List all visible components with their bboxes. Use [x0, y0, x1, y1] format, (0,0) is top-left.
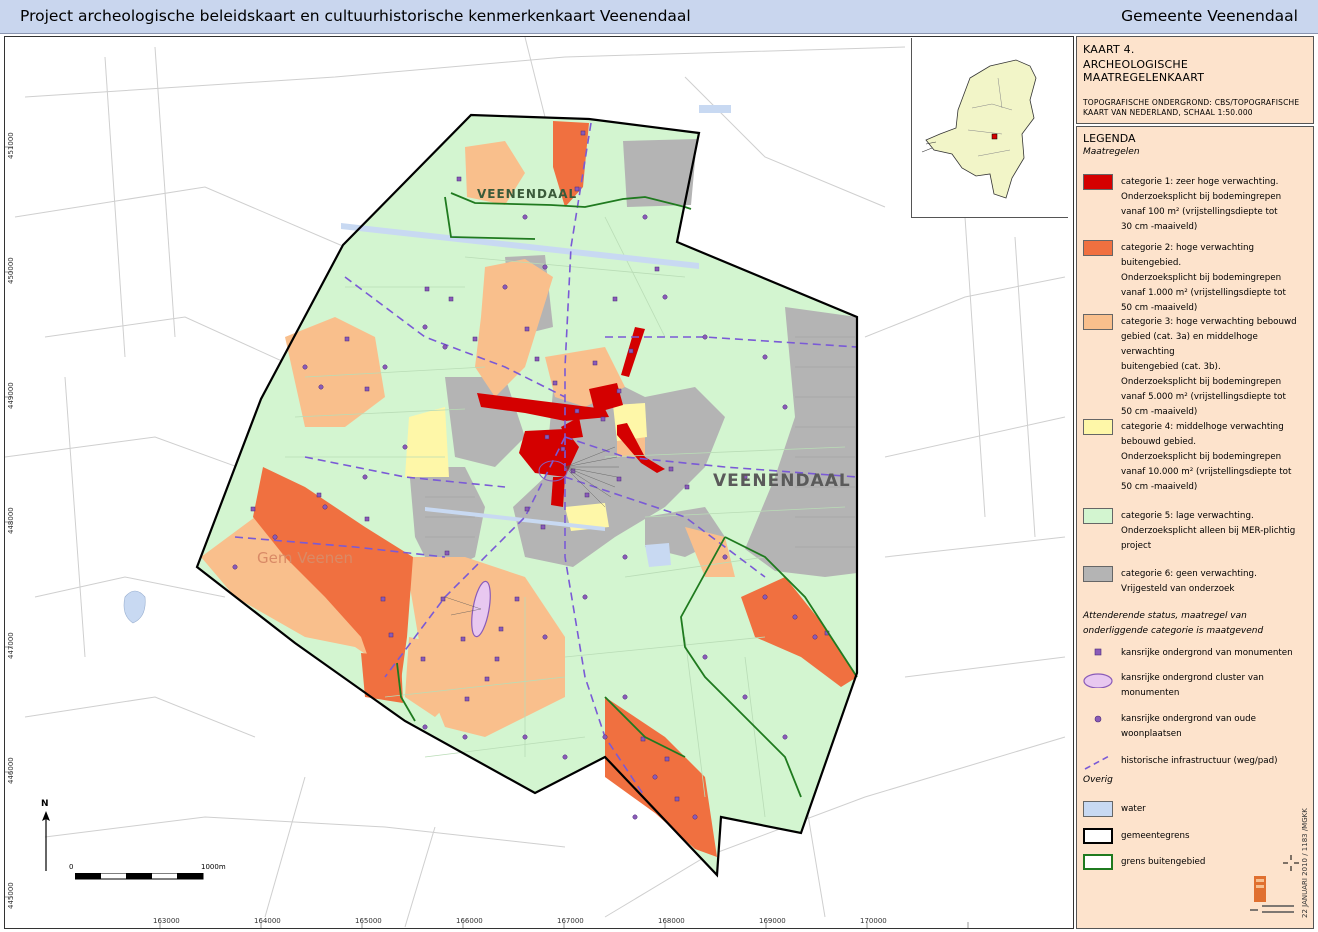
- swatch-cat2: [1083, 240, 1113, 256]
- water-canal-north: [699, 105, 731, 113]
- vestigia-logo-icon: [1250, 876, 1294, 913]
- y-tick-label: 448000: [7, 507, 15, 534]
- legend-text: historische infrastructuur (weg/pad): [1121, 756, 1278, 766]
- legend-text: categorie 3: hoge verwachting bebouwd ge…: [1121, 317, 1297, 417]
- y-tick-label: 451000: [7, 132, 15, 159]
- map-date-reference: 22 JANUARI 2010 / 1183 /MGKK: [1301, 808, 1309, 918]
- swatch-municipal-border: [1083, 828, 1113, 844]
- y-tick-label: 450000: [7, 257, 15, 284]
- x-tick-label: 170000: [860, 917, 887, 925]
- organisation-name: Gemeente Veenendaal: [1121, 7, 1298, 25]
- y-tick-label: 445000: [7, 882, 15, 909]
- x-tick-label: 169000: [759, 917, 786, 925]
- vestigia-logo: [1248, 876, 1296, 916]
- swatch-cat5: [1083, 508, 1113, 524]
- y-tick-label: 449000: [7, 382, 15, 409]
- monument-square-icon: [1094, 648, 1102, 656]
- water-pond-west: [123, 590, 146, 624]
- legend-title: LEGENDA: [1083, 132, 1136, 145]
- x-tick-label: 164000: [254, 917, 281, 925]
- legend-other-heading: Overig: [1083, 775, 1113, 785]
- swatch-cat3: [1083, 314, 1113, 330]
- swatch-cat1: [1083, 174, 1113, 190]
- legend-text: categorie 2: hoge verwachting buitengebi…: [1121, 243, 1286, 313]
- x-tick-label: 163000: [153, 917, 180, 925]
- legend-text: gemeentegrens: [1121, 831, 1190, 841]
- legend-text: kansrijke ondergrond van oude woonplaats…: [1121, 714, 1256, 739]
- place-label-north: VEENENDAAL: [477, 187, 578, 201]
- scale-end-label: 1000m: [201, 863, 226, 871]
- legend-text: kansrijke ondergrond van monumenten: [1121, 648, 1293, 658]
- source-line-2: KAART VAN NEDERLAND, SCHAAL 1:50.000: [1083, 108, 1253, 117]
- legend-text: water: [1121, 804, 1146, 814]
- x-tick-label: 166000: [456, 917, 483, 925]
- y-tick-label: 446000: [7, 757, 15, 784]
- swatch-outer-border: [1083, 854, 1113, 870]
- legend: LEGENDA Maatregelen categorie 1: zeer ho…: [1076, 126, 1314, 929]
- swatch-water: [1083, 801, 1113, 817]
- map-title-box: KAART 4. ARCHEOLOGISCHE MAATREGELENKAART…: [1076, 36, 1314, 124]
- legend-text: kansrijke ondergrond cluster van monumen…: [1121, 673, 1264, 698]
- legend-subtitle: Maatregelen: [1083, 147, 1140, 157]
- x-tick-label: 165000: [355, 917, 382, 925]
- page-title: Project archeologische beleidskaart en c…: [20, 7, 691, 25]
- scale-bar-graphic: [75, 873, 204, 880]
- swatch-cat4: [1083, 419, 1113, 435]
- legend-text: categorie 4: middelhoge verwachting bebo…: [1121, 422, 1292, 492]
- scale-start-label: 0: [69, 863, 74, 871]
- x-tick-label: 167000: [557, 917, 584, 925]
- y-tick-label: 447000: [7, 632, 15, 659]
- place-label-main: VEENENDAAL: [713, 471, 851, 491]
- inset-map: [911, 38, 1068, 218]
- dashed-line-icon: [1084, 754, 1112, 770]
- map-number: KAART 4.: [1083, 43, 1135, 56]
- crosshair-icon: [1283, 855, 1299, 871]
- netherlands-outline-icon: [921, 59, 1037, 199]
- legend-text: categorie 1: zeer hoge verwachting. Onde…: [1121, 177, 1282, 232]
- map-frame[interactable]: 163000 164000 165000 166000 167000 16800…: [4, 36, 1074, 929]
- x-tick-label: 168000: [658, 917, 685, 925]
- legend-text: categorie 6: geen verwachting. Vrijgeste…: [1121, 569, 1257, 594]
- swatch-cat6: [1083, 566, 1113, 582]
- north-arrow-label: N: [41, 799, 49, 809]
- dwelling-circle-icon: [1094, 715, 1102, 723]
- north-arrow: N: [39, 799, 53, 871]
- map-name: ARCHEOLOGISCHE MAATREGELENKAART: [1083, 58, 1205, 84]
- cluster-ellipse-icon: [1083, 673, 1113, 688]
- place-label-west: Gem Veenen: [257, 549, 354, 567]
- north-arrow-icon: [42, 811, 50, 871]
- title-bar: Project archeologische beleidskaart en c…: [0, 0, 1318, 34]
- legend-text: categorie 5: lage verwachting. Onderzoek…: [1121, 511, 1296, 551]
- source-line-1: TOPOGRAFISCHE ONDERGROND: CBS/TOPOGRAFIS…: [1083, 98, 1300, 107]
- legend-attend-heading: Attenderende status, maatregel van onder…: [1083, 611, 1264, 636]
